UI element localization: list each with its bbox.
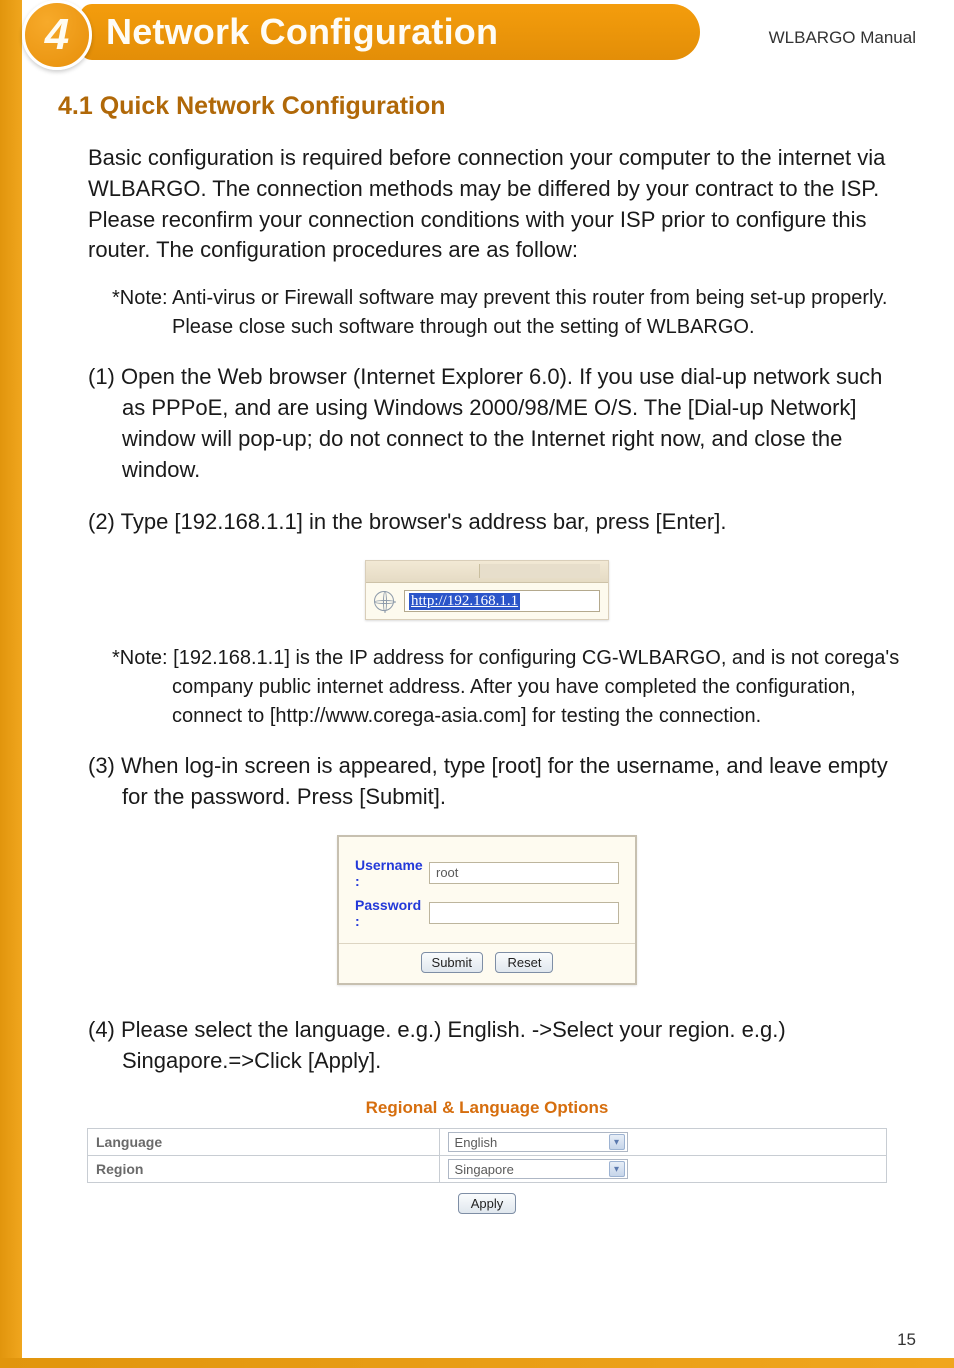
browser-toolbar-strip [366, 561, 608, 583]
chapter-number: 4 [45, 10, 69, 60]
login-screenshot: Username : Password : Submit Reset [337, 835, 637, 985]
step-1-text: (1) Open the Web browser (Internet Explo… [88, 362, 906, 485]
note-2: *Note: [192.168.1.1] is the IP address f… [112, 644, 908, 731]
page-number: 15 [897, 1330, 916, 1350]
manual-label: WLBARGO Manual [769, 28, 916, 48]
regional-table: Language English ▾ Region Singapore ▾ [87, 1128, 887, 1183]
address-field[interactable]: http://192.168.1.1 [404, 590, 600, 612]
section-title: 4.1 Quick Network Configuration [58, 92, 916, 121]
intro-paragraph: Basic configuration is required before c… [88, 143, 906, 266]
side-strip [0, 0, 22, 1368]
apply-button[interactable]: Apply [458, 1193, 516, 1214]
note-1: *Note: Anti-virus or Firewall software m… [112, 284, 908, 342]
step-4: (4) Please select the language. e.g.) En… [88, 1015, 906, 1077]
step-3-text: (3) When log-in screen is appeared, type… [88, 751, 906, 813]
table-row: Language English ▾ [88, 1129, 887, 1156]
region-label-cell: Region [88, 1156, 440, 1183]
password-label: Password : [355, 897, 429, 929]
step-4-text: (4) Please select the language. e.g.) En… [88, 1015, 906, 1077]
step-3: (3) When log-in screen is appeared, type… [88, 751, 906, 813]
step-1: (1) Open the Web browser (Internet Explo… [88, 362, 906, 485]
language-label-cell: Language [88, 1129, 440, 1156]
step-2: (2) Type [192.168.1.1] in the browser's … [88, 507, 906, 538]
chevron-down-icon: ▾ [609, 1161, 625, 1177]
globe-icon [374, 591, 394, 611]
chapter-header-bar: Network Configuration [80, 4, 700, 60]
password-input[interactable] [429, 902, 619, 924]
language-select[interactable]: English ▾ [448, 1132, 628, 1152]
chevron-down-icon: ▾ [609, 1134, 625, 1150]
address-bar-screenshot: http://192.168.1.1 [365, 560, 609, 620]
username-label: Username : [355, 857, 429, 889]
address-url: http://192.168.1.1 [409, 593, 520, 610]
step-2-text: (2) Type [192.168.1.1] in the browser's … [88, 507, 906, 538]
submit-button[interactable]: Submit [421, 952, 483, 973]
chapter-badge: 4 [22, 0, 92, 70]
language-value: English [455, 1135, 498, 1150]
chapter-title: Network Configuration [106, 11, 498, 53]
note-1-text: *Note: Anti-virus or Firewall software m… [112, 284, 908, 342]
page-content: 4.1 Quick Network Configuration Basic co… [58, 92, 916, 1214]
bottom-strip [0, 1358, 954, 1368]
region-value: Singapore [455, 1162, 514, 1177]
region-select[interactable]: Singapore ▾ [448, 1159, 628, 1179]
reset-button[interactable]: Reset [495, 952, 553, 973]
table-row: Region Singapore ▾ [88, 1156, 887, 1183]
note-2-text: *Note: [192.168.1.1] is the IP address f… [112, 644, 908, 731]
username-input[interactable] [429, 862, 619, 884]
regional-title: Regional & Language Options [58, 1098, 916, 1118]
